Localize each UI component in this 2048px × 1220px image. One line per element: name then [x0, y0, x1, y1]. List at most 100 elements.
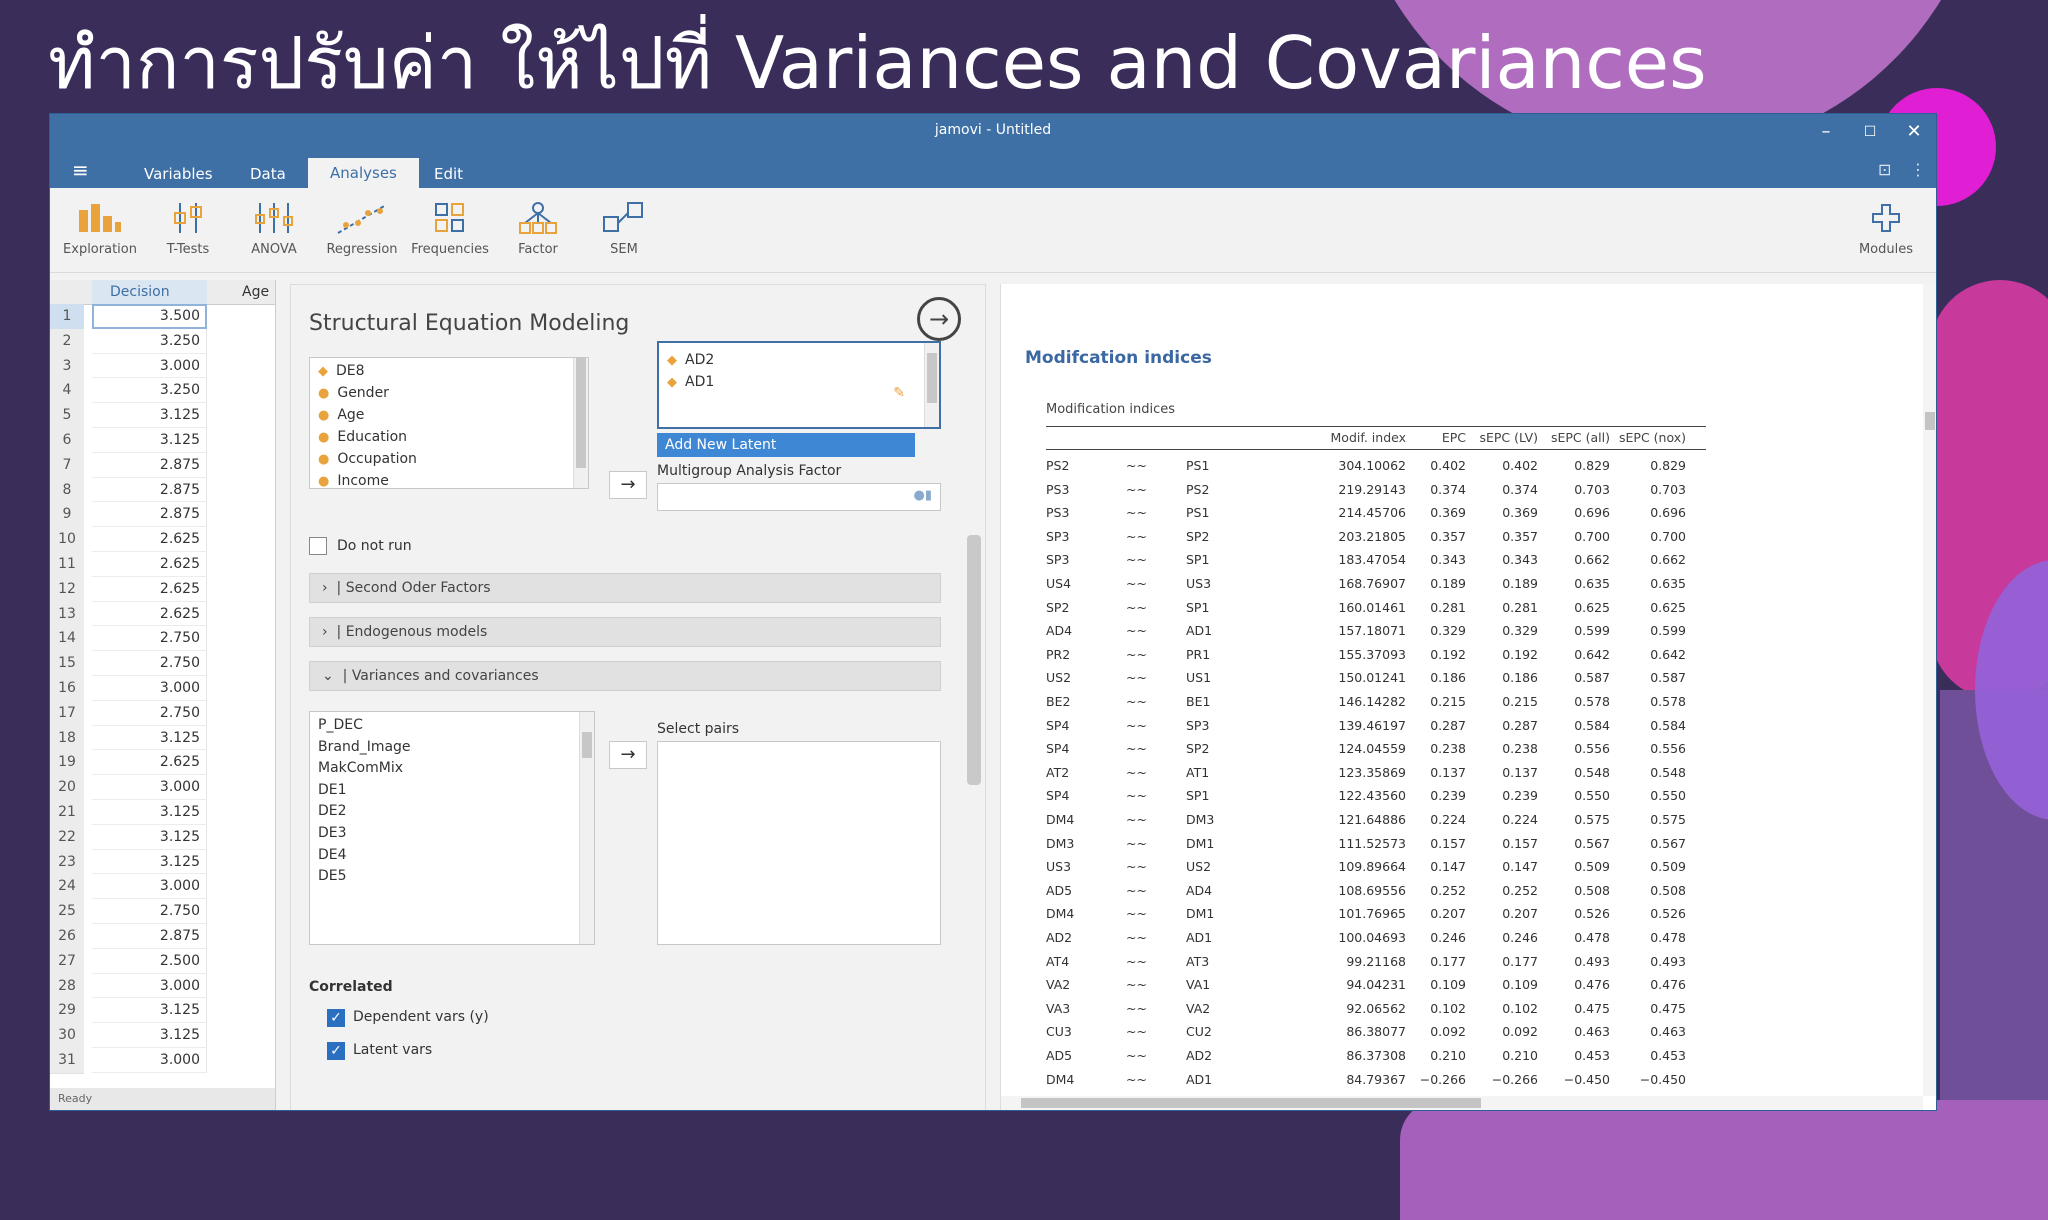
row-number[interactable]: 23 [50, 849, 84, 876]
decision-cell[interactable]: 3.000 [92, 973, 207, 999]
row-number[interactable]: 5 [50, 403, 84, 429]
latent-item[interactable]: ◆ AD1 [667, 371, 714, 393]
decision-cell[interactable]: 3.000 [92, 775, 207, 800]
decision-cell[interactable]: 3.250 [92, 328, 207, 354]
decision-cell[interactable]: 2.750 [92, 626, 207, 652]
latent-box[interactable]: ◆ AD2 ◆ AD1 ✎ [657, 341, 941, 429]
decision-cell[interactable]: 2.875 [92, 477, 207, 503]
decision-cell[interactable]: 2.625 [92, 552, 207, 577]
latent-scrollbar[interactable] [924, 343, 939, 427]
section-second-order-factors[interactable]: › | Second Oder Factors [309, 573, 941, 603]
results-mode-icon[interactable]: ⊡ [1878, 160, 1891, 179]
row-number[interactable]: 1 [50, 304, 84, 330]
row-number[interactable]: 22 [50, 824, 84, 851]
decision-cell[interactable]: 3.250 [92, 378, 207, 404]
row-number[interactable]: 6 [50, 428, 84, 454]
row-number[interactable]: 10 [50, 527, 84, 553]
decision-cell[interactable]: 3.125 [92, 800, 207, 825]
modules-button[interactable]: Modules [1846, 198, 1926, 257]
row-number[interactable]: 31 [50, 1048, 84, 1074]
list-item[interactable]: Brand_Image [318, 736, 411, 758]
list-item[interactable]: DE1 [318, 779, 347, 801]
covariance-variables-list[interactable]: P_DEC Brand_Image MakComMix DE1 DE2 DE3 DE4 DE5 [309, 711, 595, 945]
covariance-list-scrollbar[interactable] [579, 712, 594, 944]
column-header-decision[interactable]: Decision [92, 280, 207, 304]
decision-cell[interactable]: 3.000 [92, 874, 207, 900]
results-vertical-scrollbar[interactable] [1923, 284, 1936, 1096]
column-header-age[interactable]: Age [220, 280, 269, 304]
list-item[interactable]: DE5 [318, 865, 347, 887]
row-number[interactable]: 11 [50, 552, 84, 578]
regression-button[interactable]: Regression [322, 198, 402, 257]
row-number[interactable]: 26 [50, 924, 84, 950]
frequencies-button[interactable]: Frequencies [410, 198, 490, 257]
list-item[interactable]: ◆ DE8 [318, 360, 365, 382]
decision-cell[interactable]: 2.625 [92, 576, 207, 602]
decision-cell[interactable]: 3.125 [92, 998, 207, 1024]
list-item[interactable]: ● Education [318, 426, 407, 448]
do-not-run-checkbox[interactable] [309, 537, 327, 555]
decision-cell[interactable]: 2.625 [92, 750, 207, 776]
row-number[interactable]: 12 [50, 576, 84, 603]
list-item[interactable]: DE4 [318, 844, 347, 866]
list-item[interactable]: DE3 [318, 822, 347, 844]
row-number[interactable]: 13 [50, 601, 84, 628]
decision-cell[interactable]: 3.000 [92, 353, 207, 379]
row-number[interactable]: 7 [50, 452, 84, 479]
row-number[interactable]: 27 [50, 948, 84, 975]
decision-cell[interactable]: 3.125 [92, 1023, 207, 1048]
decision-cell[interactable]: 2.750 [92, 651, 207, 676]
t-tests-button[interactable]: T-Tests [148, 198, 228, 257]
row-number[interactable]: 18 [50, 725, 84, 752]
decision-cell[interactable]: 2.625 [92, 527, 207, 552]
list-item[interactable]: ● Income [318, 470, 389, 488]
list-item[interactable]: P_DEC [318, 714, 363, 736]
row-number[interactable]: 30 [50, 1023, 84, 1049]
decision-cell[interactable]: 3.125 [92, 403, 207, 428]
row-number[interactable]: 21 [50, 800, 84, 826]
exploration-button[interactable]: Exploration [60, 198, 140, 257]
select-pairs-box[interactable] [657, 741, 941, 945]
decision-cell[interactable]: 3.125 [92, 849, 207, 875]
hamburger-menu-icon[interactable]: ≡ [72, 158, 89, 182]
row-number[interactable]: 20 [50, 775, 84, 801]
results-horizontal-scrollbar[interactable] [1001, 1096, 1923, 1110]
row-number[interactable]: 4 [50, 378, 84, 405]
anova-button[interactable]: ANOVA [234, 198, 314, 257]
tab-analyses[interactable]: Analyses [308, 158, 419, 188]
minimize-button[interactable]: – [1806, 118, 1846, 146]
latent-vars-checkbox[interactable]: ✓ [327, 1042, 345, 1060]
dependent-vars-checkbox[interactable]: ✓ [327, 1009, 345, 1027]
move-to-pairs-arrow-icon[interactable]: → [609, 741, 647, 769]
row-number[interactable]: 14 [50, 626, 84, 653]
row-number[interactable]: 15 [50, 651, 84, 677]
list-item[interactable]: DE2 [318, 800, 347, 822]
row-number[interactable]: 24 [50, 874, 84, 901]
decision-cell[interactable]: 2.875 [92, 924, 207, 949]
decision-cell[interactable]: 3.000 [92, 676, 207, 701]
move-right-arrow-icon[interactable]: → [609, 471, 647, 499]
row-number[interactable]: 3 [50, 353, 84, 380]
multigroup-factor-box[interactable]: ●▮ [657, 483, 941, 511]
list-item[interactable]: ● Occupation [318, 448, 417, 470]
list-item[interactable]: MakComMix [318, 757, 403, 779]
close-button[interactable]: ✕ [1894, 118, 1934, 146]
decision-cell[interactable]: 2.500 [92, 948, 207, 974]
decision-cell[interactable]: 2.875 [92, 452, 207, 478]
decision-cell[interactable]: 3.125 [92, 725, 207, 751]
decision-cell[interactable]: 2.875 [92, 502, 207, 528]
decision-cell[interactable]: 2.750 [92, 700, 207, 726]
latent-item[interactable]: ◆ AD2 [667, 349, 714, 371]
sem-button[interactable]: SEM [584, 198, 664, 257]
row-number[interactable]: 19 [50, 750, 84, 777]
row-number[interactable]: 9 [50, 502, 84, 529]
decision-cell[interactable]: 3.125 [92, 428, 207, 453]
row-number[interactable]: 28 [50, 973, 84, 1000]
row-number[interactable]: 29 [50, 998, 84, 1025]
row-number[interactable]: 17 [50, 700, 84, 727]
decision-cell[interactable]: 2.750 [92, 899, 207, 924]
decision-cell[interactable]: 3.000 [92, 1048, 207, 1073]
decision-cell[interactable]: 3.500 [92, 304, 207, 329]
arrow-right-circle-icon[interactable]: → [917, 297, 961, 341]
tab-data[interactable]: Data [250, 160, 286, 188]
